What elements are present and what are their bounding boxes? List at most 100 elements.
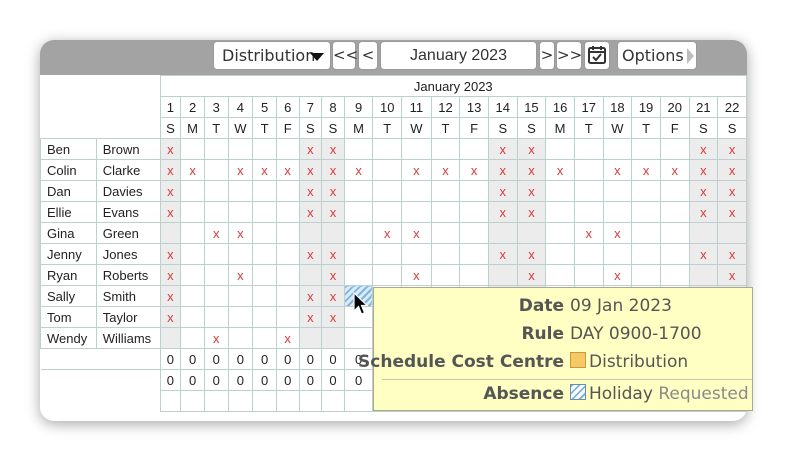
roster-cell[interactable]	[372, 159, 403, 181]
roster-cell[interactable]: x	[275, 327, 300, 349]
roster-cell[interactable]	[430, 222, 461, 244]
roster-cell[interactable]	[203, 159, 229, 181]
roster-cell[interactable]: x	[372, 222, 403, 244]
roster-cell[interactable]: x	[602, 264, 633, 286]
roster-cell[interactable]	[321, 222, 345, 244]
roster-cell[interactable]	[180, 327, 205, 349]
roster-cell[interactable]	[343, 138, 374, 160]
roster-cell[interactable]: x	[688, 138, 719, 160]
roster-cell[interactable]: x	[659, 159, 690, 181]
roster-cell[interactable]: x	[159, 285, 182, 307]
roster-cell[interactable]	[203, 285, 229, 307]
roster-cell[interactable]: x	[321, 180, 345, 202]
roster-cell[interactable]	[573, 264, 604, 286]
roster-cell[interactable]: x	[487, 180, 518, 202]
roster-cell[interactable]	[573, 159, 604, 181]
roster-cell[interactable]: x	[688, 243, 719, 265]
roster-cell[interactable]: x	[321, 243, 345, 265]
roster-cell[interactable]	[545, 180, 575, 202]
cost-centre-dropdown[interactable]: Distribution	[213, 41, 331, 70]
roster-cell[interactable]	[343, 264, 374, 286]
roster-cell[interactable]: x	[401, 264, 432, 286]
roster-cell[interactable]: x	[430, 159, 461, 181]
roster-cell[interactable]: x	[298, 138, 323, 160]
roster-cell[interactable]	[203, 264, 229, 286]
roster-cell[interactable]	[459, 201, 489, 223]
roster-cell[interactable]: x	[159, 201, 182, 223]
roster-cell[interactable]: x	[321, 285, 345, 307]
roster-cell[interactable]	[227, 243, 254, 265]
roster-cell[interactable]: x	[180, 159, 205, 181]
roster-cell[interactable]	[401, 243, 432, 265]
roster-cell[interactable]	[180, 201, 205, 223]
roster-cell[interactable]	[659, 138, 690, 160]
roster-cell[interactable]	[459, 264, 489, 286]
roster-cell[interactable]: x	[516, 180, 547, 202]
roster-cell[interactable]	[203, 201, 229, 223]
roster-cell[interactable]: x	[298, 159, 323, 181]
roster-cell[interactable]	[298, 264, 323, 286]
roster-cell[interactable]: x	[321, 159, 345, 181]
roster-cell[interactable]: x	[717, 243, 747, 265]
roster-cell[interactable]: x	[573, 222, 604, 244]
roster-cell[interactable]	[631, 264, 661, 286]
roster-cell[interactable]: x	[401, 222, 432, 244]
roster-cell[interactable]	[343, 222, 374, 244]
roster-cell[interactable]	[602, 243, 633, 265]
roster-cell[interactable]: x	[275, 159, 300, 181]
roster-cell[interactable]	[180, 243, 205, 265]
roster-cell[interactable]	[430, 180, 461, 202]
roster-cell[interactable]	[298, 327, 323, 349]
roster-cell[interactable]	[372, 264, 403, 286]
roster-cell[interactable]	[372, 180, 403, 202]
roster-cell[interactable]	[252, 306, 277, 328]
roster-cell[interactable]	[459, 138, 489, 160]
roster-cell[interactable]	[372, 138, 403, 160]
roster-cell[interactable]: x	[321, 138, 345, 160]
roster-cell[interactable]: x	[298, 201, 323, 223]
roster-cell[interactable]	[631, 180, 661, 202]
current-month-display[interactable]: January 2023	[380, 41, 537, 70]
roster-cell[interactable]	[275, 222, 300, 244]
roster-cell[interactable]	[545, 243, 575, 265]
roster-cell[interactable]	[602, 138, 633, 160]
prev-period-button[interactable]: <	[358, 41, 378, 70]
roster-cell[interactable]	[252, 327, 277, 349]
roster-cell[interactable]	[252, 285, 277, 307]
roster-cell[interactable]	[275, 264, 300, 286]
next-period-button[interactable]: >	[539, 41, 555, 70]
roster-cell[interactable]: x	[487, 201, 518, 223]
roster-cell[interactable]: x	[343, 159, 374, 181]
roster-cell[interactable]: x	[487, 243, 518, 265]
roster-cell[interactable]: x	[602, 159, 633, 181]
roster-cell[interactable]	[659, 264, 690, 286]
roster-cell[interactable]	[602, 180, 633, 202]
roster-cell[interactable]	[372, 243, 403, 265]
roster-cell[interactable]: x	[401, 159, 432, 181]
options-button[interactable]: Options	[617, 41, 697, 70]
roster-cell[interactable]: x	[159, 306, 182, 328]
roster-cell[interactable]	[545, 201, 575, 223]
roster-cell[interactable]	[545, 138, 575, 160]
roster-cell[interactable]	[159, 327, 182, 349]
roster-cell[interactable]	[401, 138, 432, 160]
roster-cell[interactable]: x	[159, 243, 182, 265]
roster-cell[interactable]	[430, 138, 461, 160]
roster-cell[interactable]	[516, 222, 547, 244]
roster-cell[interactable]	[459, 180, 489, 202]
roster-cell[interactable]	[631, 138, 661, 160]
roster-cell[interactable]	[203, 243, 229, 265]
roster-cell[interactable]	[688, 222, 719, 244]
roster-cell[interactable]: x	[545, 159, 575, 181]
roster-cell[interactable]: x	[227, 159, 254, 181]
roster-cell[interactable]	[343, 243, 374, 265]
roster-cell[interactable]: x	[688, 180, 719, 202]
roster-cell[interactable]: x	[159, 264, 182, 286]
roster-cell[interactable]	[203, 138, 229, 160]
roster-cell[interactable]: x	[321, 201, 345, 223]
roster-cell[interactable]	[275, 285, 300, 307]
roster-cell[interactable]: x	[298, 243, 323, 265]
roster-cell[interactable]	[545, 264, 575, 286]
roster-cell[interactable]	[321, 327, 345, 349]
roster-cell[interactable]	[275, 243, 300, 265]
